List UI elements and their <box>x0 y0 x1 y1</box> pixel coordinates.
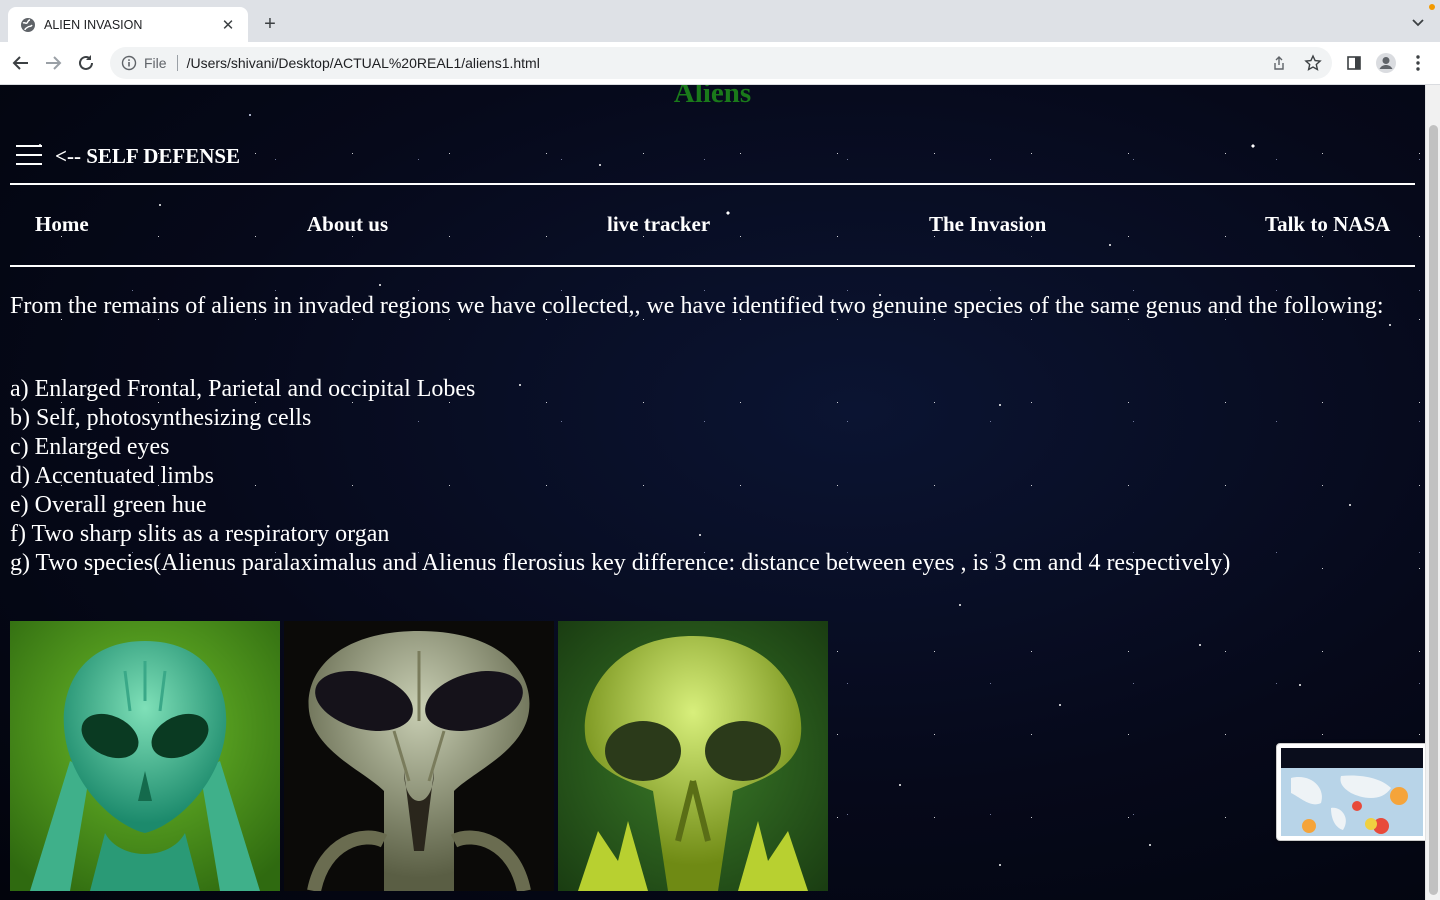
back-arrow-icon[interactable] <box>8 50 34 76</box>
site-title: Aliens <box>673 85 752 109</box>
chevron-down-icon[interactable] <box>1408 12 1428 32</box>
scrollbar-thumb[interactable] <box>1429 125 1438 895</box>
kebab-menu-icon[interactable] <box>1405 50 1431 76</box>
side-panel-icon[interactable] <box>1341 50 1367 76</box>
picture-in-picture-preview[interactable] <box>1276 743 1426 841</box>
alien-gallery <box>10 621 828 891</box>
trait-item: f) Two sharp slits as a respiratory orga… <box>10 521 390 547</box>
scheme-label: File <box>144 55 167 71</box>
trait-item: e) Overall green hue <box>10 492 207 518</box>
address-bar[interactable]: File /Users/shivani/Desktop/ACTUAL%20REA… <box>110 47 1332 79</box>
alien-image-1 <box>10 621 280 891</box>
hamburger-menu-icon[interactable] <box>16 145 42 165</box>
omnibox-actions <box>1266 50 1326 76</box>
nav-about-us[interactable]: About us <box>307 212 388 237</box>
new-tab-icon[interactable]: + <box>258 12 282 36</box>
trait-item: a) Enlarged Frontal, Parietal and occipi… <box>10 376 476 402</box>
alien-image-3 <box>558 621 828 891</box>
browser-tab-strip: ALIEN INVASION ✕ + <box>0 0 1440 42</box>
trait-item: b) Self, photosynthesizing cells <box>10 405 312 431</box>
nav-divider-top <box>10 183 1415 185</box>
close-tab-icon[interactable]: ✕ <box>218 15 238 35</box>
reload-icon[interactable] <box>73 50 99 76</box>
bookmark-star-icon[interactable] <box>1300 50 1326 76</box>
nav-home[interactable]: Home <box>35 212 89 237</box>
nav-live-tracker[interactable]: live tracker <box>607 212 710 237</box>
trait-item: c) Enlarged eyes <box>10 434 170 460</box>
page-viewport: Aliens <-- SELF DEFENSE Home About us li… <box>0 85 1425 900</box>
forward-arrow-icon[interactable] <box>40 50 66 76</box>
trait-item: g) Two species(Alienus paralaximalus and… <box>10 550 1231 576</box>
browser-toolbar: File /Users/shivani/Desktop/ACTUAL%20REA… <box>0 42 1440 85</box>
profile-avatar-icon[interactable] <box>1373 50 1399 76</box>
self-defense-link[interactable]: <-- SELF DEFENSE <box>55 144 240 169</box>
intro-paragraph: From the remains of aliens in invaded re… <box>10 293 1384 319</box>
url-text[interactable]: /Users/shivani/Desktop/ACTUAL%20REAL1/al… <box>187 55 540 71</box>
nav-the-invasion[interactable]: The Invasion <box>929 212 1046 237</box>
nav-divider-bottom <box>10 265 1415 267</box>
browser-tab[interactable]: ALIEN INVASION ✕ <box>8 7 248 42</box>
traits-list: a) Enlarged Frontal, Parietal and occipi… <box>10 375 1230 578</box>
indicator-dot <box>1429 4 1435 10</box>
share-icon[interactable] <box>1266 50 1292 76</box>
trait-item: d) Accentuated limbs <box>10 463 214 489</box>
info-icon[interactable] <box>120 54 138 72</box>
page-scrollbar[interactable] <box>1425 85 1440 900</box>
alien-image-2 <box>284 621 554 891</box>
nav-talk-to-nasa[interactable]: Talk to NASA <box>1265 212 1390 237</box>
address-separator <box>176 55 178 71</box>
tab-title: ALIEN INVASION <box>44 17 143 32</box>
globe-icon <box>20 17 36 33</box>
